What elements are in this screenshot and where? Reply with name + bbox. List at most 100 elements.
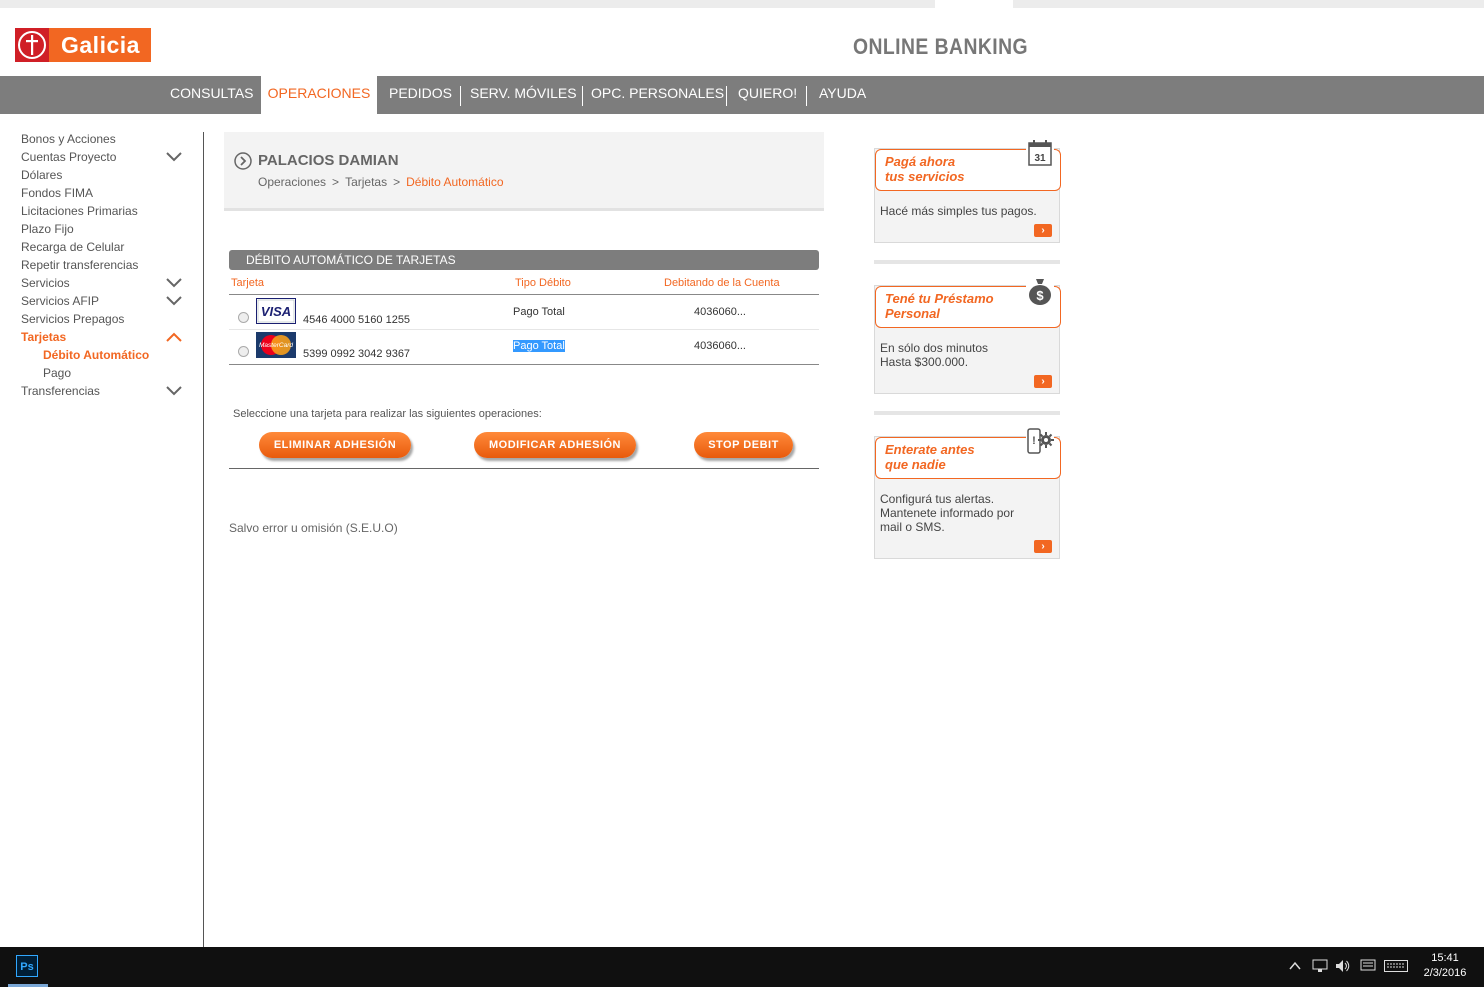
chevron-up-icon[interactable] bbox=[1289, 961, 1301, 971]
keyboard-icon[interactable] bbox=[1384, 960, 1408, 972]
phone-gear-icon: ! bbox=[1026, 427, 1054, 457]
debit-account: 4036060... bbox=[694, 306, 746, 318]
sidebar-item-bonos[interactable]: Bonos y Acciones bbox=[21, 132, 191, 150]
galicia-emblem-icon bbox=[15, 28, 49, 62]
visa-wordmark: VISA bbox=[261, 304, 291, 319]
sidebar-item-label: Cuentas Proyecto bbox=[21, 150, 117, 164]
mastercard-card-icon: MasterCard bbox=[256, 332, 296, 358]
sidebar-item-fondos-fima[interactable]: Fondos FIMA bbox=[21, 186, 191, 204]
nav-separator bbox=[806, 86, 807, 106]
sidebar-item-label: Recarga de Celular bbox=[21, 240, 125, 254]
top-strip-notch bbox=[935, 0, 1013, 8]
nav-operaciones[interactable]: OPERACIONES bbox=[261, 76, 377, 114]
promo-text: Configurá tus alertas. Mantenete informad… bbox=[880, 492, 1014, 534]
tipo-debito: Pago Total bbox=[513, 306, 565, 318]
sidebar-menu: Bonos y Acciones Cuentas Proyecto Dólare… bbox=[21, 132, 191, 402]
col-header-tarjeta: Tarjeta bbox=[231, 277, 265, 289]
photoshop-taskbar-button[interactable]: Ps bbox=[16, 955, 38, 977]
table-row[interactable]: VISA 4546 4000 5160 1255 Pago Total 4036… bbox=[229, 295, 819, 329]
sidebar-item-label: Bonos y Acciones bbox=[21, 132, 116, 146]
circle-arrow-icon bbox=[234, 152, 252, 170]
promo-title-line: Pagá ahora bbox=[885, 154, 956, 169]
nav-ayuda[interactable]: AYUDA bbox=[819, 76, 866, 114]
breadcrumb-separator: > bbox=[393, 175, 401, 189]
eliminar-adhesion-button[interactable]: ELIMINAR ADHESIÓN bbox=[259, 432, 411, 458]
sidebar-item-licitaciones[interactable]: Licitaciones Primarias bbox=[21, 204, 191, 222]
table-row[interactable]: MasterCard 5399 0992 3042 9367 Pago Tota… bbox=[229, 330, 819, 364]
promo-arrow-button[interactable]: › bbox=[1034, 224, 1052, 237]
sidebar-item-servicios-prepagos[interactable]: Servicios Prepagos bbox=[21, 312, 191, 330]
sidebar-item-repetir-transferencias[interactable]: Repetir transferencias bbox=[21, 258, 191, 276]
chevron-down-icon[interactable] bbox=[166, 278, 182, 288]
card-radio[interactable] bbox=[238, 312, 249, 323]
breadcrumb-operaciones[interactable]: Operaciones bbox=[258, 175, 326, 189]
disclaimer: Salvo error u omisión (S.E.U.O) bbox=[229, 521, 398, 535]
sidebar-item-label: Dólares bbox=[21, 168, 63, 182]
sidebar-item-label: Plazo Fijo bbox=[21, 222, 74, 236]
breadcrumb-tarjetas[interactable]: Tarjetas bbox=[345, 175, 387, 189]
tipo-debito: Pago Total bbox=[513, 340, 565, 352]
promo-text: Hacé más simples tus pagos. bbox=[880, 204, 1037, 218]
promo-text: En sólo dos minutos Hasta $300.000. bbox=[880, 341, 988, 369]
page-header: PALACIOS DAMIAN Operaciones > Tarjetas > Déb… bbox=[224, 132, 824, 211]
sidebar-item-transferencias[interactable]: Transferencias bbox=[21, 384, 191, 402]
nav-consultas[interactable]: CONSULTAS bbox=[170, 76, 254, 114]
sidebar-item-label: Transferencias bbox=[21, 384, 100, 398]
sidebar-item-cuentas-proyecto[interactable]: Cuentas Proyecto bbox=[21, 150, 191, 168]
sidebar-item-tarjetas[interactable]: Tarjetas bbox=[21, 330, 191, 348]
stop-debit-button[interactable]: STOP DEBIT bbox=[694, 432, 793, 458]
modificar-adhesion-button[interactable]: MODIFICAR ADHESIÓN bbox=[474, 432, 636, 458]
section-title: DÉBITO AUTOMÁTICO DE TARJETAS bbox=[229, 250, 819, 270]
promo-arrow-button[interactable]: › bbox=[1034, 540, 1052, 553]
promo-divider bbox=[874, 411, 1060, 415]
card-number: 5399 0992 3042 9367 bbox=[303, 348, 411, 360]
promo-alertas[interactable]: Enterate antes que nadie ! Configurá tus … bbox=[874, 427, 1061, 559]
instruction-text: Seleccione una tarjeta para realizar las… bbox=[233, 408, 542, 420]
breadcrumb-current: Débito Automático bbox=[406, 175, 504, 189]
sidebar-item-debito-automatico[interactable]: Débito Automático bbox=[21, 348, 191, 366]
promo-pagos[interactable]: Pagá ahora tus servicios 31 Hacé más simp… bbox=[874, 139, 1061, 243]
clock-date: 2/3/2016 bbox=[1423, 967, 1467, 979]
sidebar-item-dolares[interactable]: Dólares bbox=[21, 168, 191, 186]
nav-opc-personales[interactable]: OPC. PERSONALES bbox=[591, 76, 724, 114]
svg-text:!: ! bbox=[1032, 435, 1036, 447]
card-number: 4546 4000 5160 1255 bbox=[303, 314, 411, 326]
sidebar-item-pago[interactable]: Pago bbox=[21, 366, 191, 384]
promo-arrow-button[interactable]: › bbox=[1034, 375, 1052, 388]
chevron-up-icon[interactable] bbox=[166, 332, 182, 342]
nav-pedidos[interactable]: PEDIDOS bbox=[389, 76, 452, 114]
sidebar-item-recarga-celular[interactable]: Recarga de Celular bbox=[21, 240, 191, 258]
breadcrumb-separator: > bbox=[332, 175, 340, 189]
chevron-down-icon[interactable] bbox=[166, 386, 182, 396]
windows-taskbar: Ps 15:41 2/3/2016 bbox=[0, 947, 1484, 987]
nav-quiero[interactable]: QUIERO! bbox=[738, 76, 797, 114]
promo-prestamo[interactable]: Tené tu Préstamo Personal $ En sólo dos m… bbox=[874, 276, 1061, 394]
promo-title-line: Tené tu Préstamo bbox=[885, 291, 994, 306]
volume-icon[interactable] bbox=[1335, 959, 1351, 973]
chevron-down-icon[interactable] bbox=[166, 152, 182, 162]
promo-title-line: Personal bbox=[885, 306, 940, 321]
mastercard-wordmark: MasterCard bbox=[259, 342, 293, 349]
sidebar-item-label: Repetir transferencias bbox=[21, 258, 139, 272]
promo-title-line: que nadie bbox=[885, 457, 946, 472]
network-icon[interactable] bbox=[1312, 959, 1328, 973]
chevron-down-icon[interactable] bbox=[166, 296, 182, 306]
promo-text-line: En sólo dos minutos bbox=[880, 341, 989, 355]
top-strip bbox=[0, 0, 1484, 8]
sidebar-item-servicios-afip[interactable]: Servicios AFIP bbox=[21, 294, 191, 312]
galicia-logo[interactable]: Galicia bbox=[15, 28, 151, 62]
col-header-cuenta: Debitando de la Cuenta bbox=[664, 277, 780, 289]
action-center-icon[interactable] bbox=[1360, 959, 1376, 973]
sidebar-item-label: Servicios Prepagos bbox=[21, 312, 125, 326]
sidebar-item-servicios[interactable]: Servicios bbox=[21, 276, 191, 294]
taskbar-clock[interactable]: 15:41 2/3/2016 bbox=[1418, 951, 1472, 981]
card-radio[interactable] bbox=[238, 346, 249, 357]
sidebar-item-plazo-fijo[interactable]: Plazo Fijo bbox=[21, 222, 191, 240]
nav-separator bbox=[726, 86, 727, 106]
user-name: PALACIOS DAMIAN bbox=[258, 152, 399, 169]
sidebar-item-label: Tarjetas bbox=[21, 330, 67, 344]
sidebar-item-label: Débito Automático bbox=[43, 348, 150, 362]
promo-title-line: tus servicios bbox=[885, 169, 965, 184]
nav-serv-moviles[interactable]: SERV. MÓVILES bbox=[470, 76, 577, 114]
main-nav: CONSULTAS OPERACIONES PEDIDOS SERV. MÓVI… bbox=[0, 76, 1484, 114]
